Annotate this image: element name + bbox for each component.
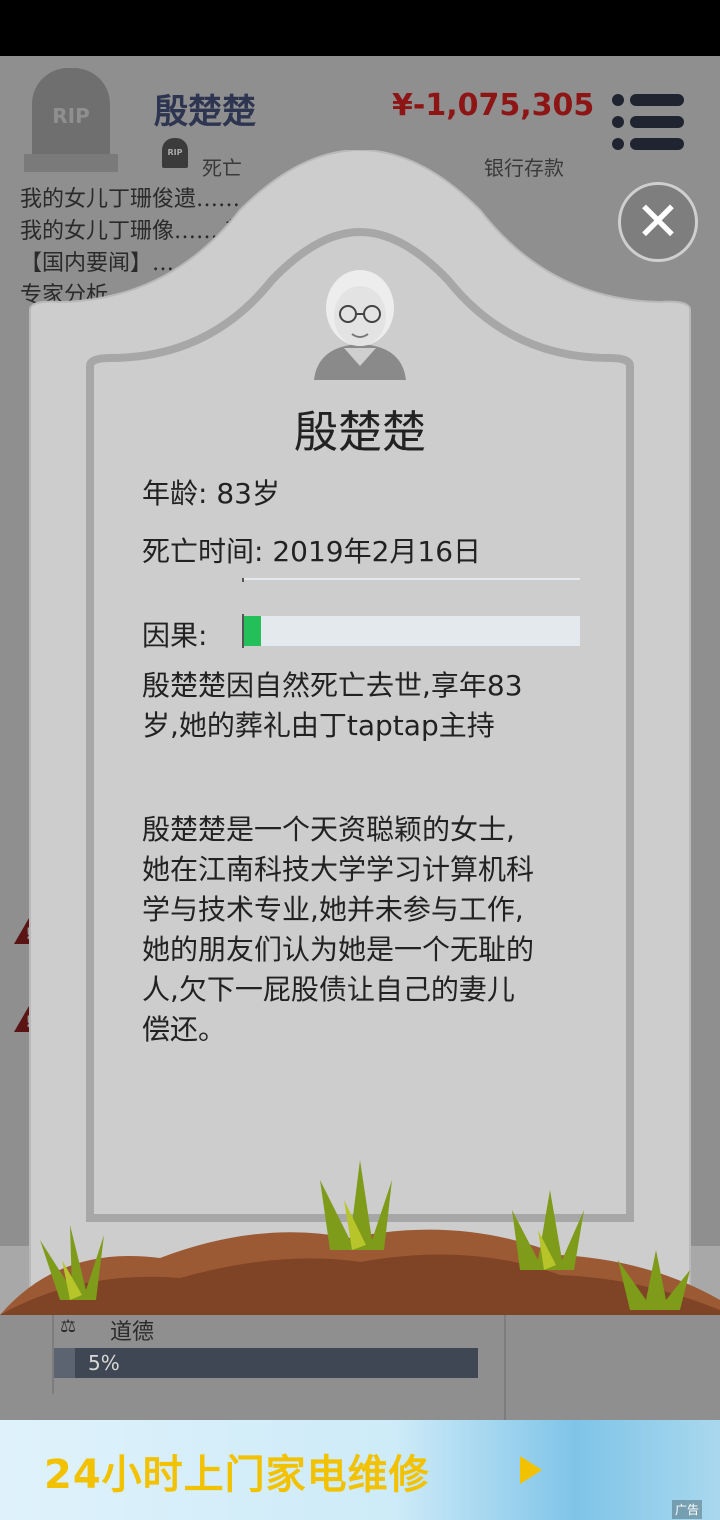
play-arrow-icon [520, 1456, 542, 1484]
death-date-row: 死亡时间: 2019年2月16日 [142, 530, 481, 570]
life-summary: 殷楚楚是一个天资聪颖的女士,她在江南科技大学学习计算机科学与技术专业,她并未参与… [142, 813, 535, 1046]
death-description: 殷楚楚因自然死亡去世,享年83岁,她的葬礼由丁taptap主持 [142, 669, 523, 742]
ad-tag: 广告 [672, 1500, 703, 1519]
close-button[interactable]: ✕ [618, 182, 698, 262]
age-label: 年龄: [142, 477, 208, 510]
karma-label: 因果: [142, 619, 208, 650]
karma-bar-fill [244, 616, 261, 646]
age-row: 年龄: 83岁 [142, 472, 280, 512]
ad-banner[interactable]: 24小时上门家电维修 [0, 1420, 720, 1520]
moral-bar-fill [54, 1348, 76, 1378]
death-date-label: 死亡时间: [142, 535, 264, 568]
status-bar [0, 0, 720, 56]
moral-panel: ⚖ 道德 5% [0, 1314, 720, 1420]
moral-label: 道德 [110, 1320, 155, 1345]
age-value: 83岁 [216, 477, 280, 510]
elderly-avatar-icon [314, 270, 406, 380]
bank-balance: ¥-1,075,305 [392, 88, 595, 123]
stats-scroll-area[interactable]: 因果: [140, 578, 600, 650]
karma-row: 因果: [142, 614, 582, 650]
ad-text[interactable]: 24小时上门家电维修 [44, 1442, 430, 1500]
moral-bar: 5% [54, 1348, 478, 1378]
death-date-value: 2019年2月16日 [272, 535, 482, 568]
stat-row-hidden [142, 578, 582, 582]
scale-icon: ⚖ [60, 1316, 77, 1337]
close-icon: ✕ [635, 190, 681, 253]
karma-bar [242, 614, 580, 648]
player-name: 殷楚楚 [154, 92, 256, 132]
moral-percent: 5% [88, 1351, 120, 1375]
deceased-name: 殷楚楚 [294, 407, 426, 458]
menu-icon[interactable] [612, 94, 684, 150]
